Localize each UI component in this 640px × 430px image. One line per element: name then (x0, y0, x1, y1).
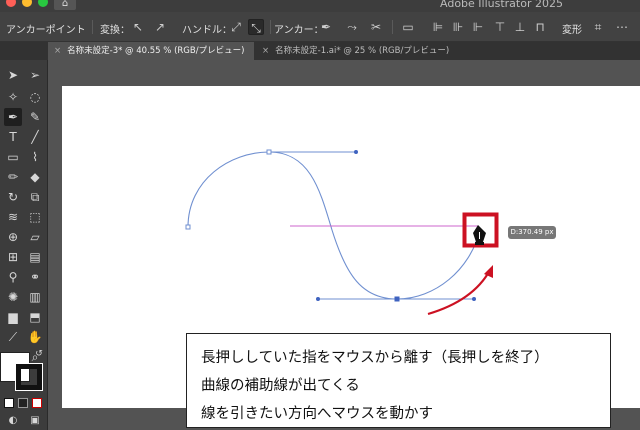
handle-point[interactable] (472, 297, 476, 301)
distance-tooltip: D:370.49 px (508, 226, 556, 239)
handle-point[interactable] (354, 150, 358, 154)
handle-point[interactable] (316, 297, 320, 301)
anchor-point[interactable] (266, 149, 272, 155)
callout-line: 曲線の補助線が出てくる (201, 378, 360, 394)
callout-line: 長押ししていた指をマウスから離す（長押しを終了） (201, 350, 549, 366)
direction-arrow (427, 269, 491, 316)
callout-line: 線を引きたい方向へマウスを動かす (201, 406, 433, 422)
anchor-point[interactable] (394, 296, 400, 302)
pen-cursor-icon (473, 225, 486, 245)
illustrator-window: ⌂ Adobe Illustrator 2025 アンカーポイント 変換： ↖ … (0, 0, 640, 430)
instruction-callout: 長押ししていた指をマウスから離す（長押しを終了） 曲線の補助線が出てくる 線を引… (186, 333, 611, 428)
anchor-point[interactable] (185, 224, 191, 230)
